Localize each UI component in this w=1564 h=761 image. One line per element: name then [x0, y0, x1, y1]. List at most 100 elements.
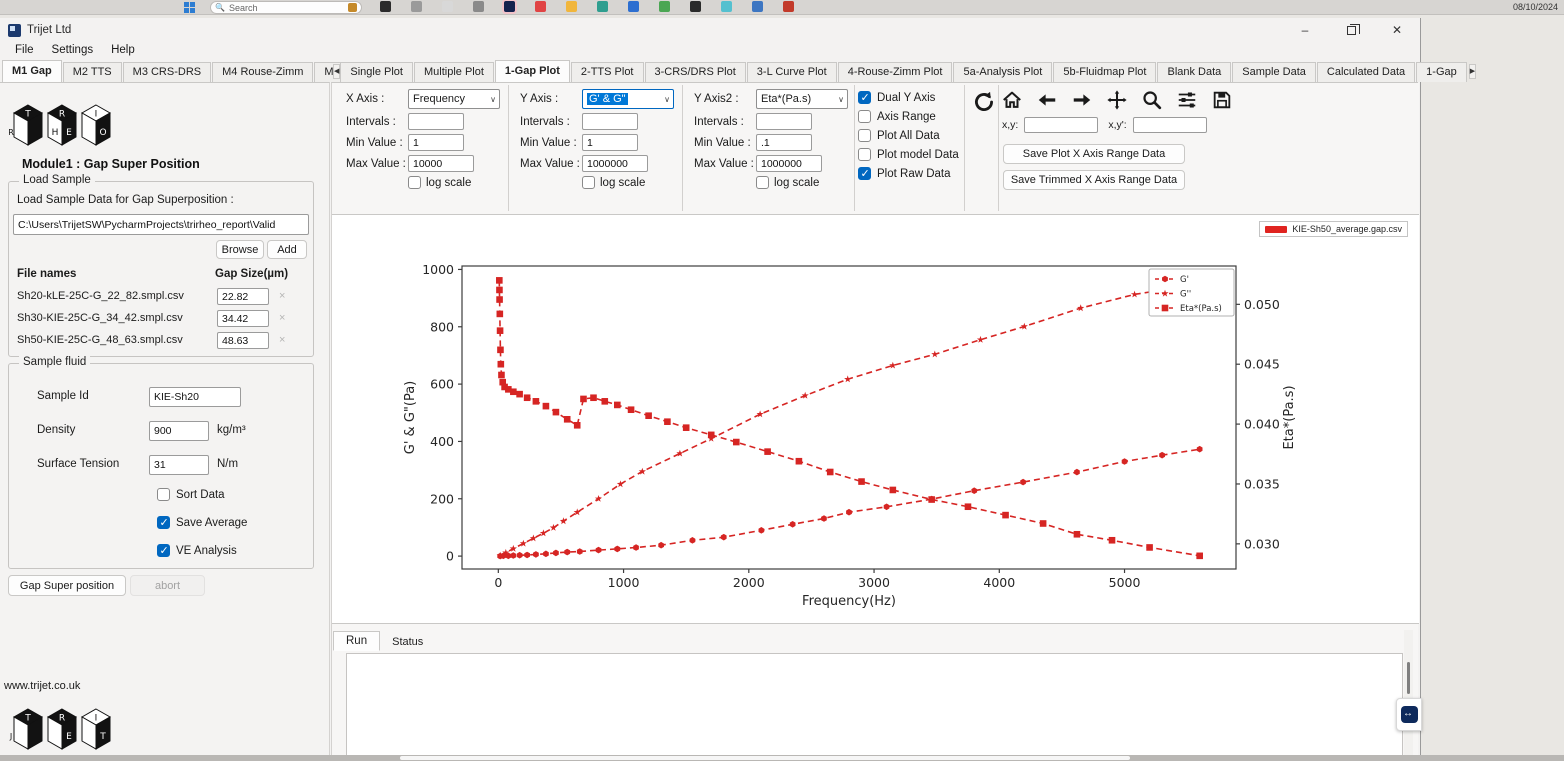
- tab-2-tts-plot[interactable]: 2-TTS Plot: [571, 62, 644, 82]
- save-plot-x-range-button[interactable]: Save Plot X Axis Range Data: [1003, 144, 1185, 164]
- gap-size-input[interactable]: 22.82: [217, 288, 269, 305]
- checkbox-box[interactable]: [858, 148, 871, 161]
- right-vscrollbar[interactable]: [1404, 630, 1413, 761]
- close-button[interactable]: ✕: [1374, 18, 1420, 42]
- save-button[interactable]: [1210, 88, 1234, 112]
- remove-file-button[interactable]: ×: [279, 290, 285, 302]
- abort-button[interactable]: abort: [130, 575, 205, 596]
- remove-file-button[interactable]: ×: [279, 312, 285, 324]
- restore-button[interactable]: [1328, 18, 1374, 42]
- tab-3-l-curve-plot[interactable]: 3-L Curve Plot: [747, 62, 837, 82]
- app-icon-5[interactable]: [504, 1, 515, 12]
- surface-tension-input[interactable]: 31: [149, 455, 209, 475]
- min-input[interactable]: .1: [756, 134, 812, 151]
- tab-m3-crs-drs[interactable]: M3 CRS-DRS: [123, 62, 211, 82]
- plot-scroll-left[interactable]: ◀: [333, 64, 340, 79]
- checkbox-save-average[interactable]: Save Average: [157, 516, 247, 529]
- tab-4-rouse-zimm-plot[interactable]: 4-Rouse-Zimm Plot: [838, 62, 953, 82]
- tab-m4-rouse-zimm[interactable]: M4 Rouse-Zimm: [212, 62, 313, 82]
- tab-blank-data[interactable]: Blank Data: [1157, 62, 1231, 82]
- app-icon-2[interactable]: [411, 1, 422, 12]
- sample-id-input[interactable]: KIE-Sh20: [149, 387, 241, 407]
- checkbox-box[interactable]: [157, 544, 170, 557]
- log-scale-checkbox[interactable]: [756, 176, 769, 189]
- intervals-input[interactable]: [582, 113, 638, 130]
- website-link[interactable]: www.trijet.co.uk: [4, 680, 80, 692]
- tab-m2-tts[interactable]: M2 TTS: [63, 62, 122, 82]
- checkbox-box[interactable]: [858, 91, 871, 104]
- app-icon-11[interactable]: [690, 1, 701, 12]
- forward-button[interactable]: [1070, 88, 1094, 112]
- tab-1-gap-plot[interactable]: 1-Gap Plot: [495, 60, 570, 82]
- app-icon-10[interactable]: [659, 1, 670, 12]
- axis-select[interactable]: G' & G"∨: [582, 89, 674, 109]
- checkbox-box[interactable]: [858, 129, 871, 142]
- app-icon-14[interactable]: [783, 1, 794, 12]
- add-button[interactable]: Add: [267, 240, 307, 259]
- xy-input[interactable]: [1024, 117, 1098, 133]
- checkbox-box[interactable]: [157, 488, 170, 501]
- min-input[interactable]: 1: [582, 134, 638, 151]
- app-icon-7[interactable]: [566, 1, 577, 12]
- menu-help[interactable]: Help: [104, 42, 142, 60]
- log-scale-option[interactable]: log scale: [582, 176, 678, 189]
- console-tab-run[interactable]: Run: [333, 631, 380, 651]
- windows-start-icon[interactable]: [184, 2, 195, 13]
- gap-size-input[interactable]: 48.63: [217, 332, 269, 349]
- app-icon-13[interactable]: [752, 1, 763, 12]
- intervals-input[interactable]: [408, 113, 464, 130]
- app-icon-1[interactable]: [380, 1, 391, 12]
- menu-file[interactable]: File: [8, 42, 41, 60]
- minimize-button[interactable]: –: [1282, 18, 1328, 42]
- app-icon-9[interactable]: [628, 1, 639, 12]
- xy2-input[interactable]: [1133, 117, 1207, 133]
- tab-5a-analysis-plot[interactable]: 5a-Analysis Plot: [953, 62, 1052, 82]
- checkbox-dual-y-axis[interactable]: Dual Y Axis: [858, 91, 959, 104]
- home-button[interactable]: [1000, 88, 1024, 112]
- console-output[interactable]: [346, 653, 1403, 761]
- checkbox-box[interactable]: [858, 110, 871, 123]
- tab-sample-data[interactable]: Sample Data: [1232, 62, 1316, 82]
- tab-m1-gap[interactable]: M1 Gap: [2, 60, 62, 82]
- app-icon-12[interactable]: [721, 1, 732, 12]
- intervals-input[interactable]: [756, 113, 812, 130]
- tab-5b-fluidmap-plot[interactable]: 5b-Fluidmap Plot: [1053, 62, 1156, 82]
- refresh-plot-button[interactable]: [968, 88, 1000, 116]
- path-input[interactable]: C:\Users\TrijetSW\PycharmProjects\trirhe…: [13, 214, 309, 235]
- tab-calculated-data[interactable]: Calculated Data: [1317, 62, 1415, 82]
- app-icon-8[interactable]: [597, 1, 608, 12]
- configure-button[interactable]: [1175, 88, 1199, 112]
- remove-file-button[interactable]: ×: [279, 334, 285, 346]
- checkbox-plot-model-data[interactable]: Plot model Data: [858, 148, 959, 161]
- checkbox-ve-analysis[interactable]: VE Analysis: [157, 544, 247, 557]
- browse-button[interactable]: Browse: [216, 240, 264, 259]
- tab-multiple-plot[interactable]: Multiple Plot: [414, 62, 494, 82]
- zoom-button[interactable]: [1140, 88, 1164, 112]
- back-button[interactable]: [1035, 88, 1059, 112]
- chart-canvas[interactable]: 010002000300040005000020040060080010000.…: [336, 229, 1336, 624]
- max-input[interactable]: 10000: [408, 155, 474, 172]
- log-scale-option[interactable]: log scale: [408, 176, 504, 189]
- axis-select[interactable]: Frequency∨: [408, 89, 500, 109]
- checkbox-plot-all-data[interactable]: Plot All Data: [858, 129, 959, 142]
- checkbox-axis-range[interactable]: Axis Range: [858, 110, 959, 123]
- max-input[interactable]: 1000000: [582, 155, 648, 172]
- density-input[interactable]: 900: [149, 421, 209, 441]
- gap-size-input[interactable]: 34.42: [217, 310, 269, 327]
- log-scale-checkbox[interactable]: [408, 176, 421, 189]
- tab-single-plot[interactable]: Single Plot: [340, 62, 413, 82]
- menu-settings[interactable]: Settings: [45, 42, 101, 60]
- checkbox-sort-data[interactable]: Sort Data: [157, 488, 247, 501]
- log-scale-checkbox[interactable]: [582, 176, 595, 189]
- min-input[interactable]: 1: [408, 134, 464, 151]
- console-tab-status[interactable]: Status: [380, 633, 435, 651]
- tab-3-crs-drs-plot[interactable]: 3-CRS/DRS Plot: [645, 62, 746, 82]
- app-icon-6[interactable]: [535, 1, 546, 12]
- pan-button[interactable]: [1105, 88, 1129, 112]
- checkbox-plot-raw-data[interactable]: Plot Raw Data: [858, 167, 959, 180]
- axis-select[interactable]: Eta*(Pa.s)∨: [756, 89, 848, 109]
- log-scale-option[interactable]: log scale: [756, 176, 852, 189]
- checkbox-box[interactable]: [157, 516, 170, 529]
- tab-1-gap[interactable]: 1-Gap: [1416, 62, 1467, 82]
- taskbar-search[interactable]: 🔍 Search: [210, 1, 362, 14]
